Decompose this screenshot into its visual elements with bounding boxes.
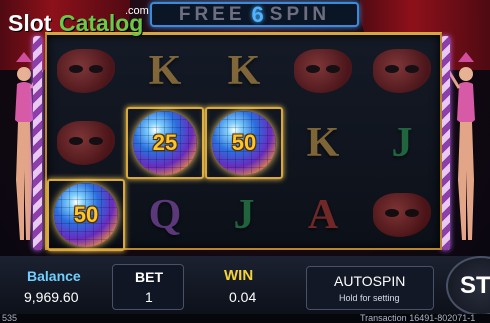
disco-ball-icon: 50 — [54, 183, 118, 247]
reel-grid: KK2550KJ50QJAKA — [45, 32, 442, 312]
reel-cell: K — [126, 35, 204, 107]
mask-icon — [57, 121, 115, 165]
reel-cell: A — [284, 179, 362, 251]
letter-symbol: K — [306, 120, 340, 166]
reel-cell: K — [205, 35, 283, 107]
letter-symbol: K — [227, 48, 261, 94]
transaction-id: Transaction 16491-802071-1 — [360, 313, 476, 323]
logo-part3: .com — [125, 5, 149, 17]
footer-left-number: 535 — [2, 313, 18, 323]
free-spin-word2: SPIN — [269, 3, 331, 25]
disco-ball-cell: 25 — [126, 107, 204, 179]
mask-icon — [57, 49, 115, 93]
left-pillar — [33, 36, 42, 250]
balance-label: Balance — [27, 268, 81, 284]
win-value: 0.04 — [229, 289, 257, 305]
mask-icon — [373, 193, 431, 237]
reel-cell: J — [205, 179, 283, 251]
bet-value: 1 — [145, 289, 153, 305]
logo-part1: Slot — [8, 10, 52, 36]
disco-ball-cell: 50 — [205, 107, 283, 179]
balance-value: 9,969.60 — [24, 289, 79, 305]
reel-cell — [363, 35, 441, 107]
reel-cell — [47, 35, 125, 107]
right-dancer-image — [446, 52, 475, 240]
free-spin-banner: FREE 6 SPIN — [150, 2, 359, 27]
letter-symbol: J — [233, 192, 255, 238]
letter-symbol: A — [307, 192, 339, 238]
free-spin-word1: FREE — [178, 3, 246, 25]
disco-ball-icon: 50 — [212, 111, 276, 175]
footer-bar: 535 Transaction 16491-802071-1 — [0, 313, 490, 323]
game-stage: KK2550KJ50QJAKA FREE 6 SPIN Slot Catalog… — [0, 0, 490, 323]
win-label: WIN — [224, 267, 254, 284]
disco-ball-icon: 25 — [133, 111, 197, 175]
letter-symbol: Q — [148, 192, 182, 238]
letter-symbol: K — [148, 48, 182, 94]
free-spin-count: 6 — [251, 1, 264, 27]
mask-icon — [373, 49, 431, 93]
letter-symbol: J — [391, 120, 413, 166]
right-pillar — [441, 36, 450, 250]
ball-value: 25 — [152, 130, 178, 155]
reel-cell — [363, 179, 441, 251]
autospin-hint: Hold for setting — [339, 293, 400, 303]
ball-value: 50 — [73, 202, 99, 227]
ball-value: 50 — [231, 130, 257, 155]
reel-cell: Q — [126, 179, 204, 251]
reel-cell — [47, 107, 125, 179]
stop-label: STO — [460, 272, 490, 299]
bet-button[interactable]: BET 1 — [112, 264, 184, 310]
autospin-button[interactable]: AUTOSPIN Hold for setting — [306, 266, 434, 310]
autospin-label: AUTOSPIN — [334, 273, 406, 289]
slotcatalog-logo: Slot Catalog .com — [4, 4, 154, 38]
disco-ball-cell: 50 — [47, 179, 125, 251]
reel-cell — [284, 35, 362, 107]
reel-cell: J — [363, 107, 441, 179]
reel-cell: K — [284, 107, 362, 179]
bet-label: BET — [135, 269, 163, 285]
mask-icon — [294, 49, 352, 93]
